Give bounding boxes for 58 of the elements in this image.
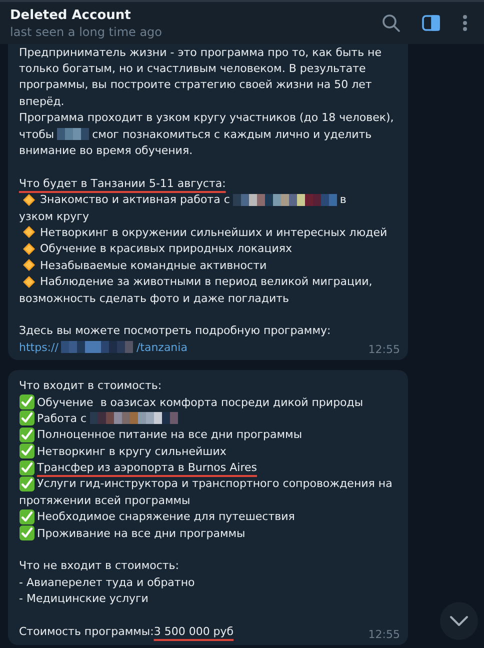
message-text: Необходимое снаряжение для путешествия <box>37 510 295 524</box>
message-text: Наблюдение за животными в период великой миграции, <box>40 275 372 288</box>
search-icon[interactable] <box>382 14 400 32</box>
message-text: смог познакомиться с каждым лично и уделить <box>92 128 372 141</box>
message-text: только богатым, но и счастливым человеком. В результате <box>19 62 366 76</box>
scroll-down-button[interactable] <box>440 602 478 640</box>
diamond-icon <box>22 242 36 256</box>
message-text: Работа с <box>37 412 87 425</box>
message-text: Нетворкинг в окружении сильнейших и интересных людей <box>40 226 388 239</box>
message-text: возможность сделать фото и даже погладить <box>19 292 289 305</box>
chevron-down-icon <box>449 615 469 627</box>
check-icon <box>19 460 35 476</box>
message-text: Программа проходит в узком кругу участников (до 18 человек), <box>19 111 394 124</box>
message-text: протяжении всей программы <box>19 494 190 507</box>
message-text: узком кругу <box>19 210 89 223</box>
message-text: Здесь вы можете посмотреть подробную программу: <box>19 324 331 338</box>
check-icon <box>19 394 35 410</box>
message-text: Обучение в красивых природных локациях <box>40 242 292 256</box>
diamond-icon <box>22 274 36 289</box>
message-text: Предприниматель жизни - это программа про то, как быть не <box>19 46 382 59</box>
chat-title: Deleted Account <box>10 8 132 22</box>
side-panel-icon[interactable] <box>422 15 440 31</box>
message-text: 3 500 000 руб <box>154 624 234 638</box>
message-text: Трансфер из аэропорта в Burnos Aires <box>37 461 257 474</box>
message-text: в <box>340 193 346 206</box>
redaction-blur <box>57 127 90 142</box>
diamond-icon <box>22 258 36 272</box>
message-text: внимание во время обучения. <box>19 144 193 158</box>
diamond-icon <box>22 225 36 240</box>
message-text: - Медицинские услуги <box>19 592 148 606</box>
message-text: Знакомство и активная работа с <box>40 193 230 206</box>
message-text: Что входит в стоимость: <box>19 379 162 392</box>
message-text: - Авиаперелет туда и обратно <box>19 576 195 589</box>
message-text: Нетворкинг в кругу сильнейших <box>37 444 226 458</box>
check-icon <box>19 426 35 443</box>
message-link[interactable]: https:// <box>19 340 58 354</box>
message-text: Обучение в оазисах комфорта посреди дикой природы <box>37 396 364 408</box>
check-icon <box>19 508 35 525</box>
check-icon <box>19 525 35 542</box>
message-text: программы, вы построите стратегию своей жизни на 50 лет <box>19 78 372 92</box>
message-text: Незабываемые командные активности <box>40 258 267 272</box>
check-icon <box>19 443 35 460</box>
message-text: Проживание на все дни программы <box>37 526 246 540</box>
message-text: Полноценное питание на все дни программы <box>37 428 302 442</box>
diamond-icon <box>22 192 36 207</box>
message-text: Что не входит в стоимость: <box>19 559 179 572</box>
more-icon[interactable] <box>462 14 468 32</box>
message-text: Услуги гид-инструктора и транспортного сопровождения на <box>37 477 392 490</box>
message-text: Что будет в Танзании 5-11 августа: <box>19 176 226 190</box>
message-text: чтобы <box>19 128 54 141</box>
check-icon <box>19 410 35 426</box>
message-text: Стоимость программы: <box>19 624 154 638</box>
message-text: вперёд. <box>19 94 64 108</box>
message-time: 12:55 <box>368 343 400 356</box>
message-link[interactable]: /tanzania <box>136 340 188 354</box>
last-seen-status: last seen a long time ago <box>10 24 162 38</box>
check-icon <box>19 476 35 492</box>
message-time: 12:55 <box>368 628 400 641</box>
